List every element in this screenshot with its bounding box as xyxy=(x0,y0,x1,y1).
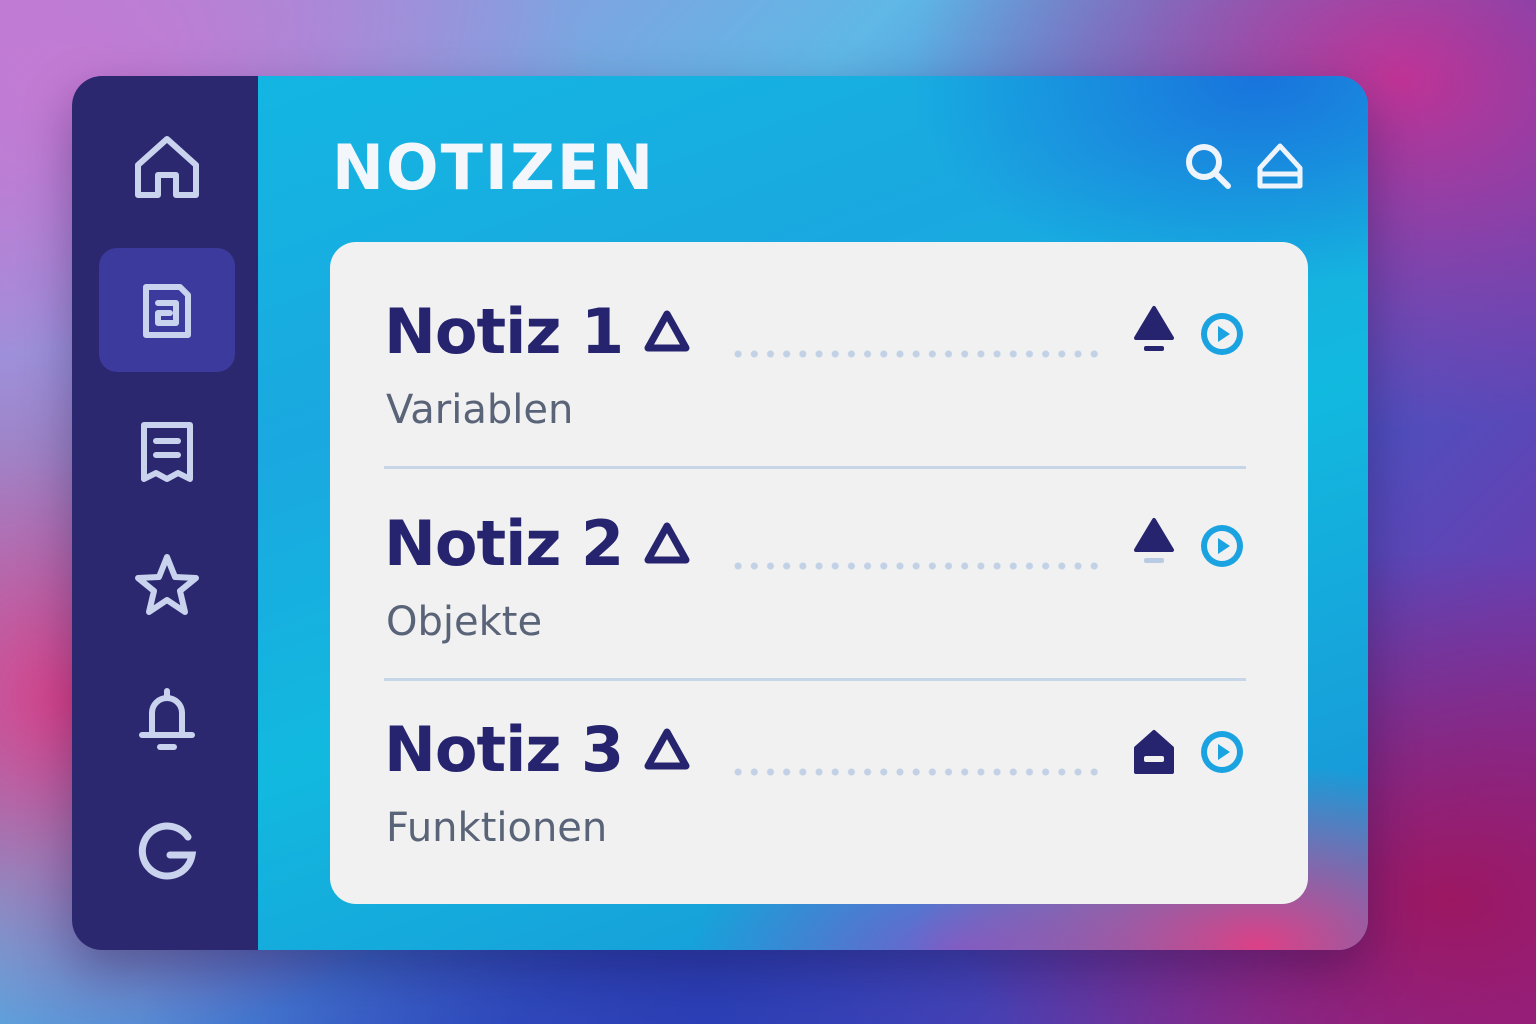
note-subtitle: Funktionen xyxy=(386,805,608,851)
search-button[interactable] xyxy=(1180,138,1236,194)
note-title: Notiz 1 xyxy=(384,295,624,368)
play-button-icon[interactable] xyxy=(1200,524,1244,568)
list-item-note-3[interactable]: Notiz 3 Funktionen xyxy=(330,660,1308,870)
app-window: NOTIZEN Notiz 1 Variablen Notiz 2 Objekt… xyxy=(72,76,1368,950)
home-icon xyxy=(135,136,199,198)
play-button-icon[interactable] xyxy=(1200,312,1244,356)
sidebar-item-home[interactable] xyxy=(99,104,235,228)
main-content: NOTIZEN Notiz 1 Variablen Notiz 2 Objekt… xyxy=(258,76,1368,950)
star-icon xyxy=(135,554,199,615)
dotted-leader xyxy=(730,562,1100,570)
eject-button[interactable] xyxy=(1252,138,1308,194)
list-item-note-2[interactable]: Notiz 2 Objekte xyxy=(330,454,1308,664)
home-solid-icon[interactable] xyxy=(1130,722,1178,780)
triangle-icon xyxy=(644,522,690,564)
play-button-icon[interactable] xyxy=(1200,730,1244,774)
sidebar-item-notes[interactable] xyxy=(99,248,235,372)
sidebar-item-g[interactable] xyxy=(99,790,235,914)
sidebar-item-documents[interactable] xyxy=(99,390,235,514)
triangle-icon xyxy=(644,728,690,770)
note-subtitle: Objekte xyxy=(386,599,543,645)
page-title: NOTIZEN xyxy=(332,131,656,204)
note-title: Notiz 2 xyxy=(384,507,624,580)
bell-icon xyxy=(139,688,195,750)
note-subtitle: Variablen xyxy=(386,387,574,433)
notes-list: Notiz 1 Variablen Notiz 2 Objekte Notiz … xyxy=(330,242,1308,904)
dotted-leader xyxy=(730,350,1100,358)
search-icon xyxy=(1186,144,1231,189)
sidebar-item-notifications[interactable] xyxy=(99,658,235,782)
note-title: Notiz 3 xyxy=(384,713,624,786)
bell-muted-icon[interactable] xyxy=(1130,516,1178,574)
eject-icon xyxy=(1257,143,1303,189)
bell-solid-icon[interactable] xyxy=(1130,304,1178,362)
dotted-leader xyxy=(730,768,1100,776)
note-icon xyxy=(143,284,191,338)
triangle-icon xyxy=(644,310,690,352)
sidebar-item-favorites[interactable] xyxy=(99,524,235,648)
document-icon xyxy=(141,422,193,482)
list-item-note-1[interactable]: Notiz 1 Variablen xyxy=(330,242,1308,452)
sidebar xyxy=(72,76,258,950)
g-logo-icon xyxy=(138,822,197,880)
